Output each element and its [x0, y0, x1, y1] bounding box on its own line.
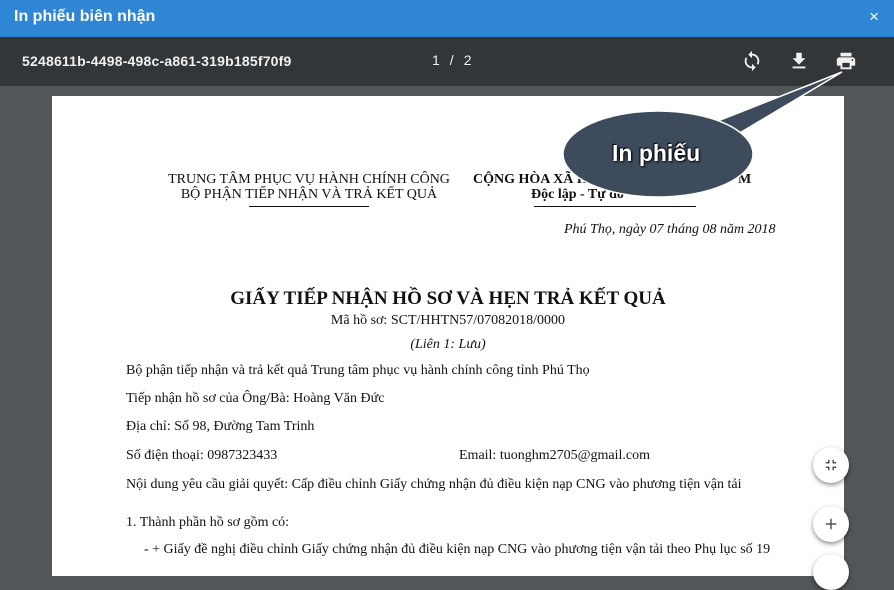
dialog-titlebar: In phiếu biên nhận ×: [0, 0, 894, 37]
pdf-viewer[interactable]: TRUNG TÂM PHỤC VỤ HÀNH CHÍNH CÔNG BỘ PHẬ…: [0, 86, 894, 590]
line-email: Email: tuonghm2705@gmail.com: [459, 448, 650, 463]
header-right-line1-end: M: [738, 172, 752, 187]
header-left-underline: [249, 206, 369, 207]
page-indicator: 1 / 2: [432, 52, 481, 68]
current-page[interactable]: 1: [432, 52, 440, 68]
line-applicant: Tiếp nhận hồ sơ của Ông/Bà: Hoàng Văn Đứ…: [126, 391, 385, 406]
callout-text: In phiếu: [612, 140, 701, 166]
download-icon[interactable]: [788, 50, 812, 74]
date-line: Phú Thọ, ngày 07 tháng 08 năm 2018: [564, 222, 776, 237]
page-separator: /: [449, 52, 454, 68]
line-address: Địa chỉ: Số 98, Đường Tam Trinh: [126, 419, 315, 434]
copy-note: (Liên 1: Lưu): [410, 337, 486, 352]
fit-page-icon[interactable]: [813, 447, 849, 483]
header-right-underline: [534, 206, 696, 207]
print-icon[interactable]: [835, 50, 859, 74]
line-department: Bộ phận tiếp nhận và trả kết quả Trung t…: [126, 363, 590, 378]
line-request: Nội dung yêu cầu giải quyết: Cấp điều ch…: [126, 477, 742, 492]
total-pages: 2: [463, 52, 472, 68]
line-phone: Số điện thoại: 0987323433: [126, 448, 278, 463]
header-right-line2: Độc lập - Tự do: [531, 187, 624, 202]
zoom-out-icon[interactable]: [813, 554, 849, 590]
document-id: 5248611b-4498-498c-a861-319b185f70f9: [22, 53, 292, 69]
header-right-line1: CỘNG HÒA XÃ H: [473, 172, 588, 187]
header-left-line2: BỘ PHẬN TIẾP NHẬN VÀ TRẢ KẾT QUẢ: [180, 187, 438, 202]
pdf-toolbar: 5248611b-4498-498c-a861-319b185f70f9 1 / 2: [0, 37, 894, 86]
section1-title: 1. Thành phần hồ sơ gồm có:: [126, 515, 290, 530]
close-icon[interactable]: ×: [869, 8, 879, 25]
dialog-title: In phiếu biên nhận: [14, 8, 156, 25]
section1-item1: - + Giấy đề nghị điều chỉnh Giấy chứng n…: [144, 542, 771, 557]
pdf-page: TRUNG TÂM PHỤC VỤ HÀNH CHÍNH CÔNG BỘ PHẬ…: [52, 96, 844, 576]
header-left-line1: TRUNG TÂM PHỤC VỤ HÀNH CHÍNH CÔNG: [168, 172, 450, 187]
zoom-in-icon[interactable]: [813, 506, 849, 542]
document-title: GIẤY TIẾP NHẬN HỒ SƠ VÀ HẸN TRẢ KẾT QUẢ: [230, 288, 666, 309]
record-code: Mã hồ sơ: SCT/HHTN57/07082018/0000: [330, 313, 566, 328]
rotate-icon[interactable]: [741, 50, 765, 74]
